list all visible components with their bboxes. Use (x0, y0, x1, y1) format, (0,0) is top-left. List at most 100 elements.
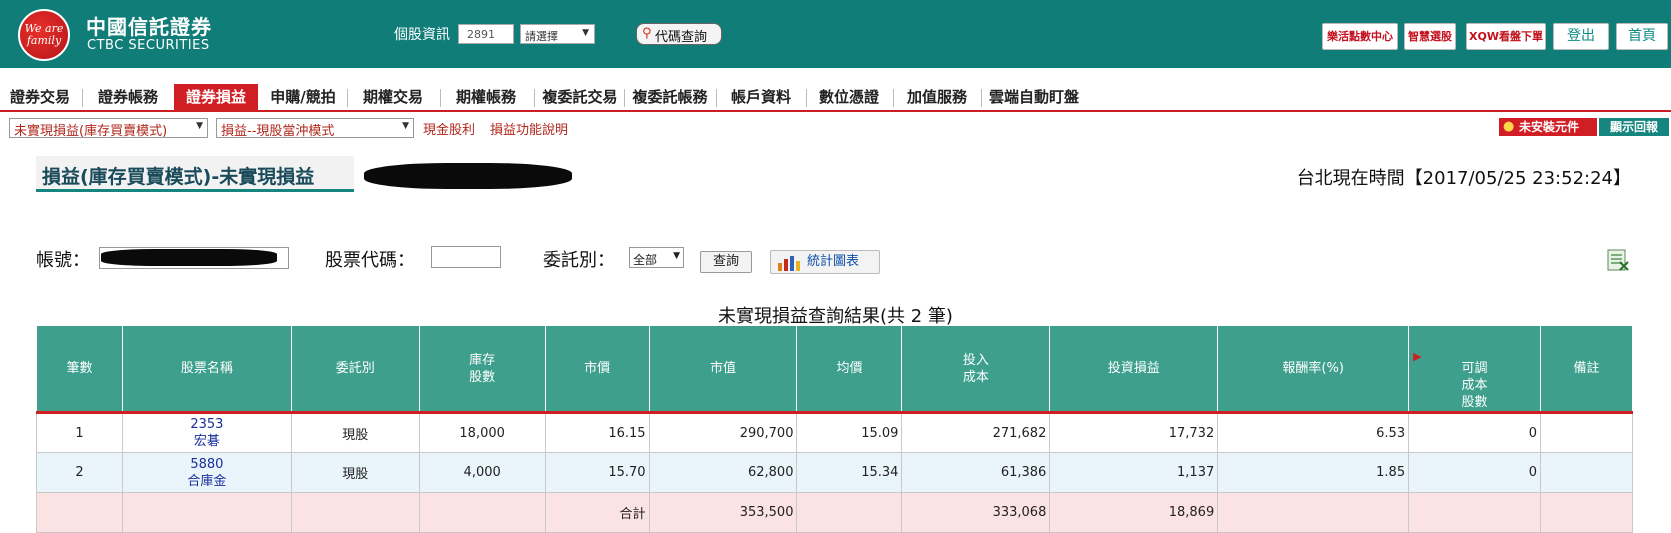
nav-divider (806, 89, 807, 107)
col-header-market-value[interactable]: 市值 (648, 325, 798, 413)
search-icon: ⚲ (642, 26, 652, 41)
nav-value-added[interactable]: 加值服務 (896, 84, 978, 110)
col-header-no[interactable]: 筆數 (36, 325, 123, 413)
brand-name-en: CTBC SECURITIES (87, 38, 210, 53)
account-label: 帳號： (36, 250, 90, 271)
nav-divider (534, 89, 535, 107)
nav-divider (716, 89, 717, 107)
nav-divider (82, 89, 83, 107)
stock-code-label: 股票代碼： (325, 250, 415, 271)
chevron-down-icon: ▼ (673, 251, 680, 261)
stock-name-link[interactable]: 5880 合庫金 (121, 452, 292, 493)
adjustable-qty-header-label: 可調 成本 股數 (1461, 361, 1488, 410)
home-button[interactable]: 首頁 (1616, 23, 1668, 50)
chevron-down-icon: ▼ (196, 121, 203, 131)
row-no: 1 (36, 412, 123, 453)
return-rate: 1.85 (1217, 452, 1410, 493)
brand-name-zh: 中國信託證券 (86, 15, 212, 39)
market-value: 62,800 (648, 452, 798, 493)
col-header-order-type[interactable]: 委託別 (290, 325, 420, 413)
stock-code: 5880 (190, 456, 224, 472)
pnl: 1,137 (1049, 452, 1219, 493)
main-nav: 證券交易 證券帳務 證券損益 申購/競拍 期權交易 期權帳務 複委託交易 複委託… (0, 84, 1671, 112)
redacted-account-number (101, 249, 277, 266)
sort-indicator-icon: ▶ (1413, 350, 1422, 363)
pnl-help-link[interactable]: 損益功能說明 (490, 119, 568, 138)
show-report-button[interactable]: 顯示回報 (1599, 118, 1669, 136)
col-header-note[interactable]: 備註 (1539, 325, 1634, 413)
ctbc-logo[interactable]: We are family (18, 9, 70, 61)
order-type-label: 委託別： (543, 250, 615, 271)
col-header-market-price[interactable]: 市價 (544, 325, 650, 413)
inventory-qty: 18,000 (418, 412, 546, 453)
nav-securities-account[interactable]: 證券帳務 (85, 84, 171, 110)
bar-chart-icon (778, 256, 800, 271)
market-value: 290,700 (648, 412, 798, 453)
order-type: 現股 (290, 412, 420, 453)
nav-divider (624, 89, 625, 107)
component-not-installed-button[interactable]: ● 未安裝元件 (1499, 118, 1597, 136)
col-header-avg-price[interactable]: 均價 (796, 325, 903, 413)
stock-name-link[interactable]: 2353 宏碁 (121, 412, 292, 453)
nav-account-data[interactable]: 帳戶資料 (719, 84, 803, 110)
stock-info-select[interactable]: 請選擇 ▼ (520, 24, 595, 44)
stock-name: 宏碁 (193, 434, 220, 449)
points-center-button[interactable]: 樂活點數中心 (1322, 23, 1398, 50)
nav-securities-pnl[interactable]: 證券損益 (174, 84, 258, 110)
nav-futures-account[interactable]: 期權帳務 (443, 84, 529, 110)
nav-securities-trading[interactable]: 證券交易 (0, 84, 80, 110)
nav-divider (440, 89, 441, 107)
nav-sub-brokerage-account[interactable]: 複委託帳務 (627, 84, 713, 110)
table-row: 2 5880 合庫金 現股 4,000 15.70 62,800 15.34 61… (36, 452, 1634, 493)
market-price: 15.70 (544, 452, 650, 493)
order-type: 現股 (290, 452, 420, 493)
taipei-clock: 台北現在時間【2017/05/25 23:52:24】 (1296, 168, 1631, 189)
table-row: 1 2353 宏碁 現股 18,000 16.15 290,700 15.09 2… (36, 412, 1634, 453)
col-header-stock-name[interactable]: 股票名稱 (121, 325, 292, 413)
component-warning-label: 未安裝元件 (1519, 120, 1580, 134)
order-type-select[interactable]: 全部 ▼ (629, 247, 684, 268)
nav-cloud-watch[interactable]: 雲端自動盯盤 (983, 84, 1085, 110)
daytrade-mode-select[interactable]: 損益--現股當沖模式 ▼ (216, 118, 414, 139)
export-excel-icon[interactable] (1606, 248, 1630, 272)
page-title: 損益(庫存買賣模式)-未實現損益 (36, 156, 354, 192)
avg-price: 15.09 (796, 412, 903, 453)
daytrade-mode-value: 損益--現股當沖模式 (221, 124, 335, 139)
stock-code: 2353 (190, 417, 224, 432)
note (1539, 452, 1634, 493)
market-price: 16.15 (544, 412, 650, 453)
inventory-qty: 4,000 (418, 452, 546, 493)
pnl: 17,732 (1049, 412, 1219, 453)
xqw-button[interactable]: XQW看盤下單 (1466, 23, 1546, 50)
nav-divider (893, 89, 894, 107)
code-lookup-button[interactable]: ⚲ 代碼查詢 (636, 23, 722, 45)
adjustable-qty: 0 (1408, 452, 1541, 493)
stock-name: 合庫金 (187, 473, 227, 489)
statistics-chart-label: 統計圖表 (807, 254, 860, 269)
col-header-inventory-qty[interactable]: 庫存 股數 (418, 325, 546, 413)
adjustable-qty: 0 (1408, 412, 1541, 453)
pnl-mode-value: 未實現損益(庫存買賣模式) (14, 124, 168, 139)
nav-digital-cert[interactable]: 數位憑證 (809, 84, 889, 110)
lightbulb-icon: ● (1503, 119, 1515, 134)
nav-futures-trading[interactable]: 期權交易 (350, 84, 436, 110)
col-header-return-rate[interactable]: 報酬率(%) (1217, 325, 1410, 413)
col-header-cost[interactable]: 投入 成本 (901, 325, 1051, 413)
query-button[interactable]: 查詢 (700, 251, 752, 273)
cost: 271,682 (901, 412, 1051, 453)
cost: 61,386 (901, 452, 1051, 493)
nav-subscription[interactable]: 申購/競拍 (262, 84, 344, 110)
nav-sub-brokerage-trading[interactable]: 複委託交易 (537, 84, 623, 110)
col-header-pnl[interactable]: 投資損益 (1049, 325, 1219, 413)
logout-button[interactable]: 登出 (1553, 23, 1609, 50)
stock-code-input[interactable] (431, 246, 501, 268)
col-header-adjustable-qty[interactable]: ▶ 可調 成本 股數 (1408, 325, 1541, 413)
pnl-mode-select[interactable]: 未實現損益(庫存買賣模式) ▼ (9, 118, 208, 139)
smart-stock-button[interactable]: 智慧選股 (1404, 23, 1456, 50)
avg-price: 15.34 (796, 452, 903, 493)
pnl-table: 筆數 股票名稱 委託別 庫存 股數 市價 市值 均價 投入 成本 投資損益 報酬… (36, 325, 1634, 533)
cash-dividend-link[interactable]: 現金股利 (423, 119, 475, 138)
stock-info-label: 個股資訊 (394, 27, 450, 43)
statistics-chart-button[interactable]: 統計圖表 (770, 250, 880, 274)
stock-info-input[interactable]: 2891 (458, 24, 514, 44)
